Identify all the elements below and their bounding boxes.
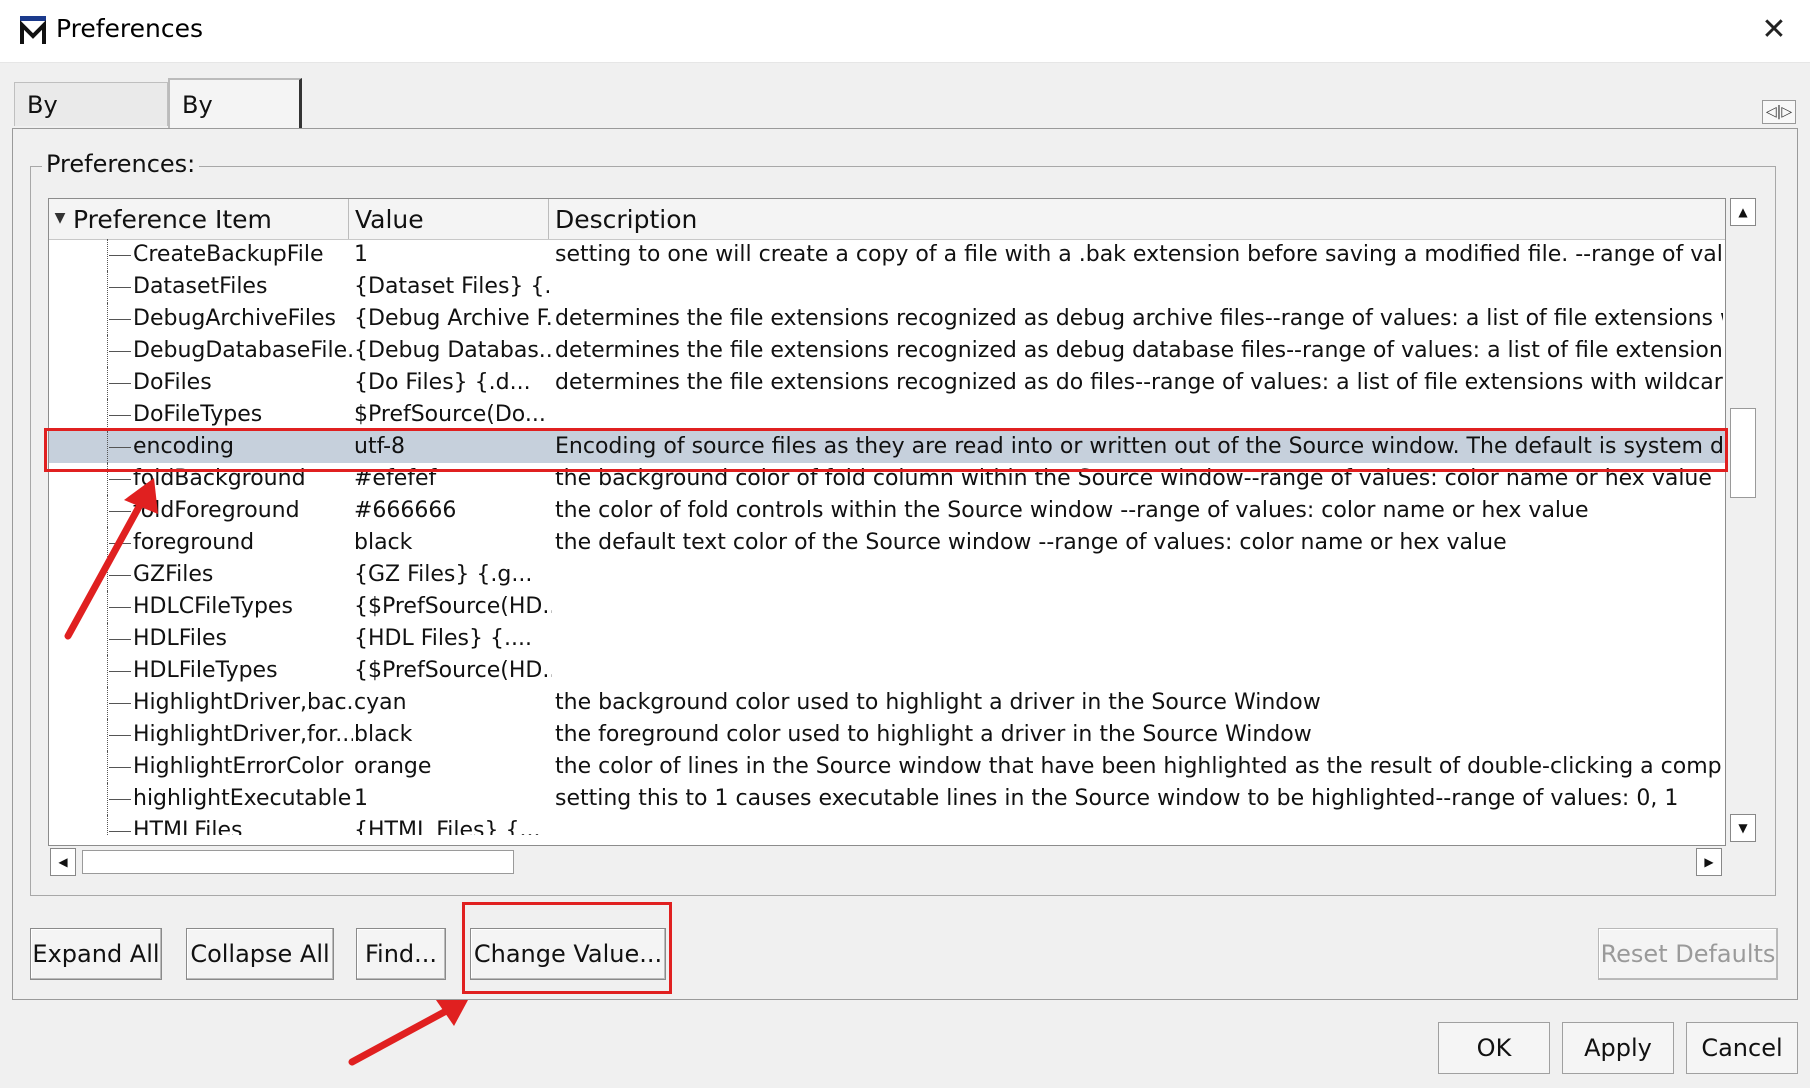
annotation-arrow-to-row bbox=[64, 490, 150, 640]
annotation-arrows bbox=[64, 478, 468, 1066]
annotation-arrow-to-button bbox=[348, 1006, 452, 1066]
